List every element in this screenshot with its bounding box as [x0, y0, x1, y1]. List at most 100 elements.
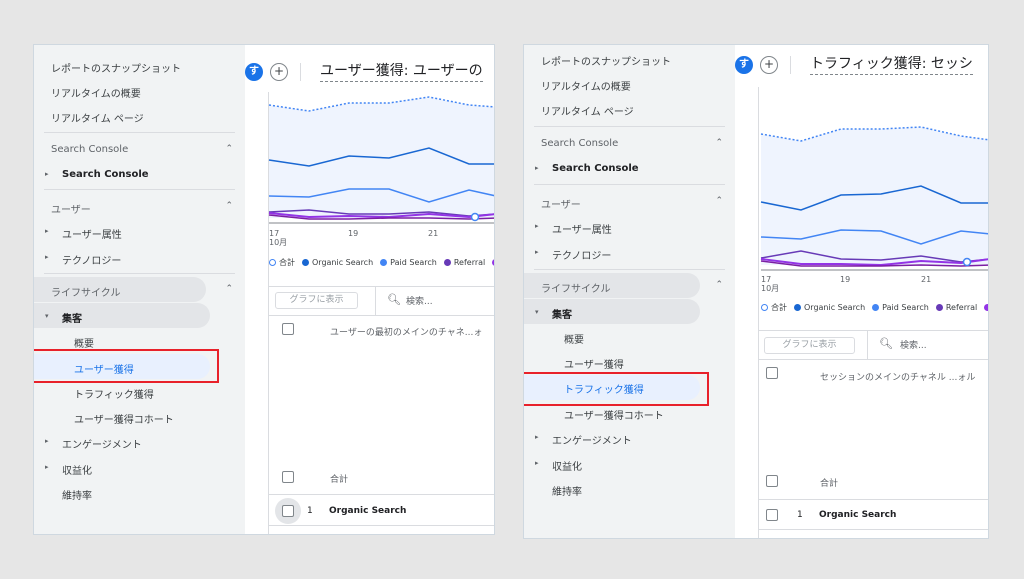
header-checkbox[interactable] — [282, 323, 294, 335]
sidebar-item-realtime-overview[interactable]: リアルタイムの概要 — [51, 85, 245, 100]
sidebar-section-user[interactable]: ユーザー — [541, 196, 735, 211]
table-divider — [758, 529, 988, 530]
sidebar-item-label: ユーザー属性 — [62, 230, 122, 241]
x-tick-17: 17 10月 — [761, 275, 780, 293]
legend-item-organic-search[interactable]: Organic Search — [794, 303, 865, 312]
sidebar-item-label: 集客 — [62, 314, 82, 325]
sidebar: レポートのスナップショット リアルタイムの概要 リアルタイム ページ Searc… — [34, 45, 245, 534]
total-checkbox[interactable] — [766, 475, 778, 487]
x-tick-17: 17 10月 — [269, 229, 288, 247]
column-header-channel[interactable]: セッションのメインのチャネル ...ォル — [820, 370, 975, 383]
sidebar-item-retention[interactable]: 維持率 — [62, 487, 245, 502]
sidebar-item-realtime-pages[interactable]: リアルタイム ページ — [51, 110, 245, 125]
chart-area-total — [761, 127, 988, 265]
legend-marker — [492, 259, 494, 266]
page-title[interactable]: ユーザー獲得: ユーザーの — [320, 60, 483, 82]
column-header-channel[interactable]: ユーザーの最初のメインのチャネ...ォ — [330, 325, 482, 338]
sidebar-item-snapshot[interactable]: レポートのスナップショット — [541, 53, 735, 68]
chevron-up-icon[interactable]: ⌃ — [715, 280, 723, 290]
chart-legend: 合計 Organic Search Paid Search Referral — [269, 257, 494, 268]
sidebar-item-technology[interactable]: ▸ テクノロジー — [45, 252, 245, 267]
row-channel[interactable]: Organic Search — [819, 510, 896, 520]
chart-hover-point[interactable] — [470, 212, 480, 222]
sidebar-item-monetization[interactable]: ▸ 収益化 — [45, 462, 245, 477]
legend-item-referral[interactable]: Referral — [935, 303, 978, 312]
sidebar-item-user-acquisition-cohort[interactable]: ユーザー獲得コホート — [564, 407, 735, 422]
sidebar-item-realtime-overview[interactable]: リアルタイムの概要 — [541, 78, 735, 93]
chevron-up-icon[interactable]: ⌃ — [225, 201, 233, 211]
legend-label: 合計 — [279, 258, 295, 267]
sidebar-item-monetization[interactable]: ▸ 収益化 — [535, 458, 735, 473]
legend-label: Organic Search — [804, 303, 866, 312]
sidebar-divider — [534, 269, 725, 270]
legend-item-referral[interactable]: Referral — [443, 258, 485, 267]
chevron-up-icon[interactable]: ⌃ — [715, 138, 723, 148]
row-checkbox[interactable] — [282, 505, 294, 517]
search-input[interactable]: 検索... — [406, 294, 433, 307]
sidebar-divider — [534, 126, 725, 127]
total-label: 合計 — [820, 479, 839, 489]
legend-marker — [984, 304, 988, 311]
search-icon[interactable]: 🔍︎ — [387, 293, 401, 306]
sidebar-section-lifecycle[interactable]: ライフサイクル — [51, 284, 245, 299]
search-icon[interactable]: 🔍︎ — [879, 337, 893, 350]
sidebar-item-overview[interactable]: 概要 — [74, 335, 245, 350]
row-channel[interactable]: Organic Search — [329, 506, 406, 516]
sidebar-divider — [44, 189, 235, 190]
sidebar-item-search-console[interactable]: ▸ Search Console — [45, 169, 245, 180]
x-tick-19: 19 — [348, 229, 359, 238]
sidebar-item-engagement[interactable]: ▸ エンゲージメント — [45, 436, 245, 451]
legend-item-total[interactable]: 合計 — [269, 257, 295, 268]
sidebar: レポートのスナップショット リアルタイムの概要 リアルタイム ページ Searc… — [524, 45, 735, 538]
sidebar-item-user-attributes[interactable]: ▸ ユーザー属性 — [535, 221, 735, 236]
sidebar-item-acquisition[interactable]: ▾ 集客 — [535, 306, 735, 321]
search-input[interactable]: 検索... — [900, 338, 927, 351]
sidebar-section-user[interactable]: ユーザー — [51, 201, 245, 216]
toolbar-divider — [268, 286, 494, 287]
sidebar-divider — [534, 184, 725, 185]
sidebar-item-retention[interactable]: 維持率 — [552, 483, 735, 498]
legend-item-more[interactable] — [492, 259, 494, 266]
chevron-up-icon[interactable]: ⌃ — [225, 144, 233, 154]
plot-rows-button[interactable]: グラフに表示 — [764, 337, 855, 354]
legend-item-organic-search[interactable]: Organic Search — [302, 258, 373, 267]
header-divider — [790, 56, 791, 74]
avatar[interactable]: す — [245, 63, 263, 81]
sidebar-item-search-console[interactable]: ▸ Search Console — [535, 163, 735, 174]
sidebar-item-user-acquisition[interactable]: ユーザー獲得 — [564, 356, 735, 371]
sidebar-item-label: ユーザー属性 — [552, 225, 612, 236]
triangle-right-icon: ▸ — [45, 227, 49, 235]
sidebar-item-traffic-acquisition[interactable]: トラフィック獲得 — [74, 386, 245, 401]
sidebar-item-overview[interactable]: 概要 — [564, 331, 735, 346]
row-checkbox[interactable] — [766, 509, 778, 521]
add-comparison-button[interactable]: + — [760, 56, 778, 74]
sidebar-item-snapshot[interactable]: レポートのスナップショット — [51, 60, 245, 75]
sidebar-item-label: テクノロジー — [62, 256, 122, 267]
legend-label: Referral — [945, 303, 978, 312]
sidebar-item-engagement[interactable]: ▸ エンゲージメント — [535, 432, 735, 447]
legend-item-more[interactable] — [984, 304, 988, 311]
sidebar-item-user-acquisition-cohort[interactable]: ユーザー獲得コホート — [74, 411, 245, 426]
avatar[interactable]: す — [735, 56, 753, 74]
sidebar-item-technology[interactable]: ▸ テクノロジー — [535, 247, 735, 262]
page-title[interactable]: トラフィック獲得: セッシ — [810, 53, 973, 75]
header-checkbox[interactable] — [766, 367, 778, 379]
legend-item-paid-search[interactable]: Paid Search — [872, 303, 929, 312]
triangle-down-icon: ▾ — [45, 312, 49, 320]
sidebar-item-acquisition[interactable]: ▾ 集客 — [45, 310, 245, 325]
sidebar-section-lifecycle[interactable]: ライフサイクル — [541, 280, 735, 295]
row-index: 1 — [797, 510, 803, 520]
plot-rows-button[interactable]: グラフに表示 — [275, 292, 358, 309]
chart-hover-point[interactable] — [962, 257, 972, 267]
sidebar-item-user-attributes[interactable]: ▸ ユーザー属性 — [45, 226, 245, 241]
chevron-up-icon[interactable]: ⌃ — [225, 284, 233, 294]
add-comparison-button[interactable]: + — [270, 63, 288, 81]
sidebar-section-search-console[interactable]: Search Console — [541, 138, 735, 149]
sidebar-section-search-console[interactable]: Search Console — [51, 144, 245, 155]
legend-item-total[interactable]: 合計 — [761, 302, 787, 313]
legend-item-paid-search[interactable]: Paid Search — [380, 258, 437, 267]
total-checkbox[interactable] — [282, 471, 294, 483]
chevron-up-icon[interactable]: ⌃ — [715, 196, 723, 206]
sidebar-item-realtime-pages[interactable]: リアルタイム ページ — [541, 103, 735, 118]
triangle-right-icon: ▸ — [45, 437, 49, 445]
